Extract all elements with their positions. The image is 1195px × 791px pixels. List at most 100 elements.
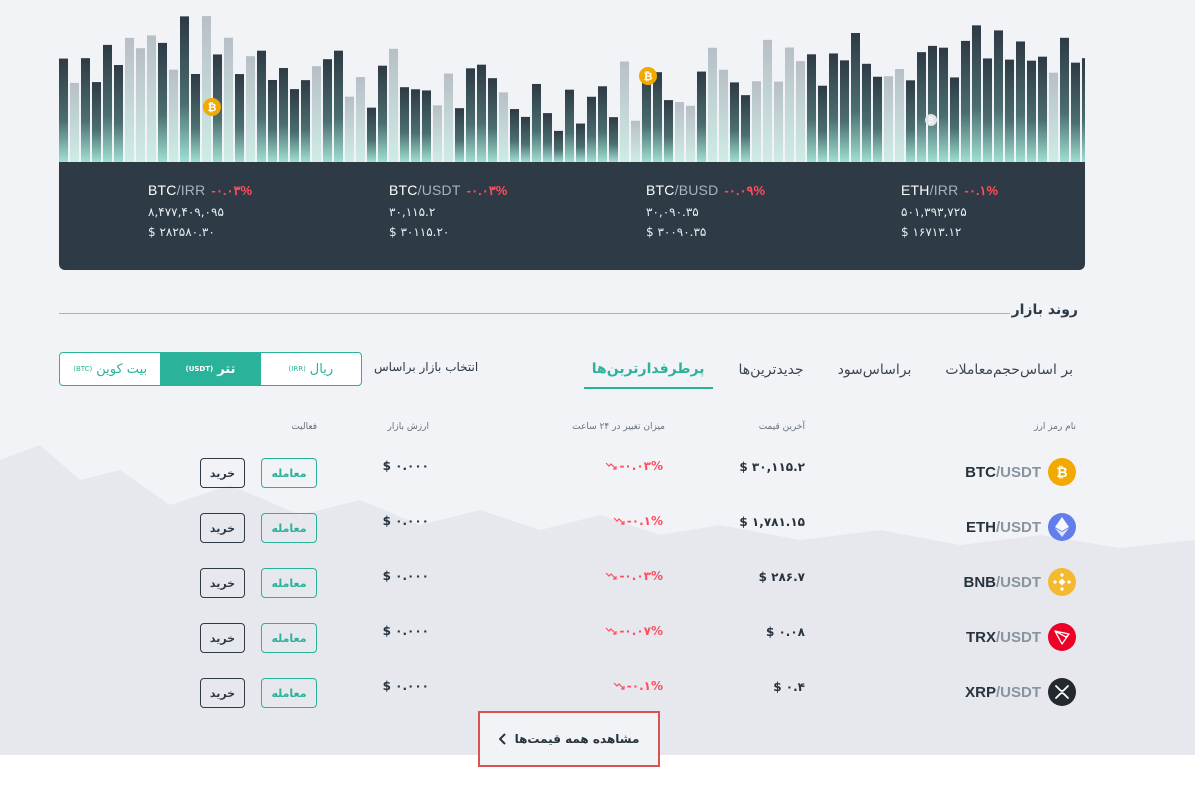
change-value: -۰.۰۷% xyxy=(619,624,663,638)
change-value: -۰.۰۳% xyxy=(619,459,663,473)
decor-bar xyxy=(433,105,442,162)
table-row[interactable]: TRX/USDT $ ۰.۰۸ -۰.۰۷% $ ۰.۰۰۰ معامله خر… xyxy=(0,619,1195,659)
ticker-irr-price: ۳۰,۱۱۵.۲ xyxy=(389,205,436,219)
decor-bar xyxy=(224,37,233,162)
table-row[interactable]: XRP/USDT $ ۰.۴ -۰.۱% $ ۰.۰۰۰ معامله خرید xyxy=(0,674,1195,714)
market-toggle: بیت کوین (BTC) تتر (USDT) ریال (IRR) xyxy=(59,352,362,386)
ticker-quote: IRR xyxy=(933,182,959,198)
trend-down-icon xyxy=(606,572,618,580)
market-cap: $ ۰.۰۰۰ xyxy=(382,569,429,583)
xrp-icon xyxy=(1048,678,1076,706)
coin-quote: /USDT xyxy=(996,518,1041,536)
table-row[interactable]: BTC/USDT ₿ $ ۳۰,۱۱۵.۲ -۰.۰۳% $ ۰.۰۰۰ معا… xyxy=(0,454,1195,494)
decor-bar xyxy=(466,68,475,162)
ticker-change: -۰.۰۳% xyxy=(211,183,253,198)
ticker-irr-price: ۳۰,۰۹۰.۳۵ xyxy=(646,205,699,219)
decor-bar xyxy=(664,100,673,162)
view-all-prices-button[interactable]: مشاهده همه قیمت‌ها xyxy=(478,711,660,767)
decor-bar xyxy=(455,108,464,162)
decor-bar xyxy=(653,72,662,162)
tab-newest[interactable]: جدیدترین‌ها xyxy=(731,356,812,388)
ticker-item[interactable]: BTC/IRR -۰.۰۳% ۸,۴۷۷,۴۰۹,۰۹۵ $ ۲۸۲۵۸۰.۳۰ xyxy=(148,182,252,239)
decor-bar xyxy=(554,130,563,162)
decor-bar xyxy=(873,76,882,162)
market-cap: $ ۰.۰۰۰ xyxy=(382,514,429,528)
table-row[interactable]: BNB/USDT $ ۲۸۶.۷ -۰.۰۳% $ ۰.۰۰۰ معامله خ… xyxy=(0,564,1195,604)
decor-bar xyxy=(279,68,288,162)
decor-bar xyxy=(796,61,805,162)
decor-bar xyxy=(840,60,849,162)
tab-most-popular[interactable]: پرطرفدارترین‌ها xyxy=(583,355,713,389)
market-option-usdt[interactable]: تتر (USDT) xyxy=(160,353,261,385)
decor-bar xyxy=(928,45,937,162)
decor-bar xyxy=(400,87,409,162)
section-title: روند بازار xyxy=(1011,302,1078,318)
ticker-irr-price: ۸,۴۷۷,۴۰۹,۰۹۵ xyxy=(148,205,224,219)
decor-bar xyxy=(444,73,453,162)
decor-bar xyxy=(246,56,255,162)
decor-bar xyxy=(609,117,618,162)
trade-button[interactable]: معامله xyxy=(261,513,317,543)
buy-button[interactable]: خرید xyxy=(200,623,245,653)
coin-cell: BTC/USDT ₿ xyxy=(965,458,1076,486)
decor-bar xyxy=(422,90,431,162)
buy-button[interactable]: خرید xyxy=(200,458,245,488)
decor-bar xyxy=(598,86,607,162)
coin-cell: ETH/USDT xyxy=(966,513,1076,541)
last-price: $ ۰.۰۸ xyxy=(765,625,805,639)
trade-button[interactable]: معامله xyxy=(261,568,317,598)
ticker-item[interactable]: BTC/USDT -۰.۰۳% ۳۰,۱۱۵.۲ $ ۳۰۱۱۵.۲۰ xyxy=(389,182,507,239)
table-row[interactable]: ETH/USDT $ ۱,۷۸۱.۱۵ -۰.۱% $ ۰.۰۰۰ معامله… xyxy=(0,509,1195,549)
ticker-change: -۰.۰۹% xyxy=(724,183,766,198)
ticker-strip: BTC/IRR -۰.۰۳% ۸,۴۷۷,۴۰۹,۰۹۵ $ ۲۸۲۵۸۰.۳۰ … xyxy=(59,162,1085,270)
decor-bar xyxy=(345,96,354,162)
decor-bar xyxy=(1027,60,1036,162)
ticker-quote: USDT xyxy=(421,182,461,198)
decor-bar xyxy=(1016,41,1025,162)
coin-base: ETH xyxy=(966,518,996,536)
trade-button[interactable]: معامله xyxy=(261,458,317,488)
ticker-item[interactable]: BTC/BUSD -۰.۰۹% ۳۰,۰۹۰.۳۵ $ ۳۰۰۹۰.۳۵ xyxy=(646,182,765,239)
decor-bar xyxy=(884,76,893,162)
buy-button[interactable]: خرید xyxy=(200,568,245,598)
decor-bar xyxy=(510,109,519,162)
price-bars-decoration: ₿ ₿ ₿ xyxy=(59,16,1085,162)
market-option-irr[interactable]: ریال (IRR) xyxy=(261,353,361,385)
tab-by-profit[interactable]: براساس‌سود xyxy=(830,356,920,388)
ticker-usd-price: $ ۱۶۷۱۳.۱۲ xyxy=(901,225,962,239)
coin-pair: TRX/USDT xyxy=(966,629,1041,646)
market-option-label: ریال xyxy=(309,361,334,377)
trend-down-icon xyxy=(606,627,618,635)
ticker-item[interactable]: ETH/IRR -۰.۱% ۵۰۱,۳۹۳,۷۲۵ $ ۱۶۷۱۳.۱۲ xyxy=(901,182,998,239)
decor-bar xyxy=(389,48,398,162)
decor-bar xyxy=(312,66,321,162)
coin-pair: ETH/USDT xyxy=(966,519,1041,536)
decor-bar xyxy=(774,81,783,162)
trade-button[interactable]: معامله xyxy=(261,623,317,653)
header-market-cap: ارزش بازار xyxy=(387,422,429,432)
decor-bar xyxy=(939,47,948,162)
decor-bar xyxy=(378,65,387,162)
decor-bar xyxy=(917,52,926,162)
buy-button[interactable]: خرید xyxy=(200,678,245,708)
buy-button[interactable]: خرید xyxy=(200,513,245,543)
chevron-left-icon xyxy=(498,733,506,745)
ticker-change: -۰.۱% xyxy=(964,183,999,198)
decor-bar xyxy=(1071,62,1080,162)
decor-bar xyxy=(103,44,112,162)
trade-button[interactable]: معامله xyxy=(261,678,317,708)
tab-by-volume[interactable]: بر اساس‌حجم‌معاملات xyxy=(937,356,1081,388)
decor-bar xyxy=(752,81,761,162)
decor-bar xyxy=(158,42,167,162)
decor-bar xyxy=(587,96,596,162)
market-option-label: تتر xyxy=(217,361,236,377)
decor-bar xyxy=(730,82,739,162)
change-cell: -۰.۰۳% xyxy=(605,459,663,473)
market-select-label: انتخاب بازار براساس xyxy=(374,360,479,374)
decor-bar xyxy=(807,54,816,162)
coin-quote: /USDT xyxy=(996,573,1041,591)
market-option-btc[interactable]: بیت کوین (BTC) xyxy=(60,353,160,385)
decor-bar xyxy=(125,37,134,162)
decor-bar xyxy=(763,39,772,162)
ticker-quote: IRR xyxy=(180,182,206,198)
